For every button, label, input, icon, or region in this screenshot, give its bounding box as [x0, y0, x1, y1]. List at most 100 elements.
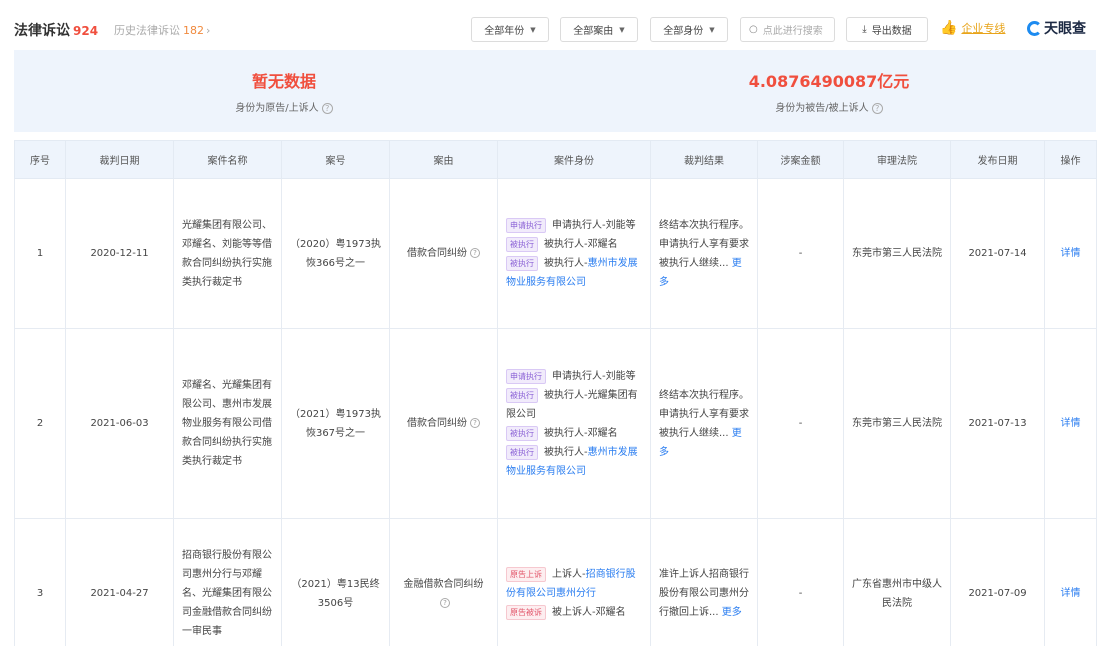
- chevron-right-icon: ›: [206, 24, 211, 37]
- row-case-no: （2021）粤1973执恢367号之一: [281, 328, 390, 519]
- row-result: 终结本次执行程序。申请执行人享有要求被执行人继续... 更多: [650, 178, 758, 329]
- row-case-name[interactable]: 光耀集团有限公司、邓耀名、刘能等等借款合同纠纷执行实施类执行裁定书: [173, 178, 282, 329]
- row-date: 2021-04-27: [65, 518, 174, 646]
- table-row: 3 2021-04-27 招商银行股份有限公司惠州分行与邓耀名、光耀集团有限公司…: [14, 518, 1097, 646]
- party-entry: 原告被诉 被上诉人-邓耀名: [506, 603, 642, 622]
- row-case-no: （2020）粤1973执恢366号之一: [281, 178, 390, 329]
- party-role: 被上诉人: [552, 607, 592, 618]
- search-input[interactable]: ○ 点此进行搜索: [740, 17, 835, 42]
- history-label: 历史法律诉讼: [114, 24, 180, 37]
- row-cause: 借款合同纠纷: [407, 418, 467, 429]
- role-filter-label: 全部身份: [663, 26, 704, 37]
- year-filter-dropdown[interactable]: 全部年份 ▼: [471, 17, 549, 42]
- download-icon: ⤓: [862, 24, 867, 35]
- party-entry: 被执行 被执行人-邓耀名: [506, 235, 642, 254]
- row-court: 东莞市第三人民法院: [843, 178, 951, 329]
- row-result: 准许上诉人招商银行股份有限公司惠州分行撤回上诉... 更多: [650, 518, 758, 646]
- enterprise-line-link[interactable]: 👍 企业专线: [940, 20, 1005, 36]
- plaintiff-label: 身份为原告/上诉人: [235, 103, 319, 114]
- help-icon[interactable]: ?: [321, 103, 333, 114]
- col-header-judgment-date[interactable]: 裁判日期: [65, 140, 174, 179]
- party-role: 申请执行人: [552, 219, 602, 231]
- caret-down-icon: ▼: [619, 25, 625, 34]
- help-icon[interactable]: ?: [871, 103, 883, 114]
- vip-label: 企业专线: [961, 22, 1006, 35]
- col-header-case-role: 案件身份: [497, 140, 651, 179]
- export-button[interactable]: ⤓ 导出数据: [846, 17, 928, 42]
- col-header-court: 审理法院: [843, 140, 951, 179]
- party-entry: 申请执行 申请执行人-刘能等: [506, 216, 642, 235]
- row-index: 2: [14, 328, 66, 519]
- row-cause: 金融借款合同纠纷: [403, 578, 484, 590]
- row-result: 终结本次执行程序。申请执行人享有要求被执行人继续... 更多: [650, 328, 758, 519]
- col-header-case-no: 案号: [281, 140, 390, 179]
- year-filter-label: 全部年份: [484, 26, 525, 37]
- row-publish-date: 2021-07-13: [950, 328, 1045, 519]
- row-cause-cell: 金融借款合同纠纷?: [389, 518, 498, 646]
- plaintiff-value: 暂无数据: [251, 72, 316, 91]
- role-tag: 被执行: [506, 255, 538, 271]
- table-header-row: 序号 裁判日期 案件名称 案号 案由 案件身份 裁判结果 涉案金额 审理法院 发…: [14, 140, 1097, 179]
- table-row: 1 2020-12-11 光耀集团有限公司、邓耀名、刘能等等借款合同纠纷执行实施…: [14, 178, 1097, 329]
- role-tag: 被执行: [506, 444, 538, 460]
- col-header-case-name: 案件名称: [173, 140, 282, 179]
- row-amount: -: [757, 328, 844, 519]
- lawsuit-table: 序号 裁判日期 案件名称 案号 案由 案件身份 裁判结果 涉案金额 审理法院 发…: [14, 140, 1097, 646]
- party-entry: 被执行 被执行人-惠州市发展物业服务有限公司: [506, 255, 638, 288]
- role-tag: 被执行: [506, 236, 538, 252]
- col-header-result: 裁判结果: [650, 140, 758, 179]
- row-parties: 原告上诉 上诉人-招商银行股份有限公司惠州分行 原告被诉 被上诉人-邓耀名: [497, 518, 651, 646]
- search-icon: ○: [749, 24, 758, 35]
- role-filter-dropdown[interactable]: 全部身份 ▼: [650, 17, 728, 42]
- party-name: 刘能等: [605, 219, 636, 231]
- col-header-index: 序号: [14, 140, 66, 179]
- thumbs-up-icon: 👍: [940, 20, 958, 36]
- row-cause-cell: 借款合同纠纷?: [389, 328, 498, 519]
- col-header-action: 操作: [1044, 140, 1097, 179]
- row-parties: 申请执行 申请执行人-刘能等 被执行 被执行人-邓耀名 被执行 被执行人-惠州市发展物…: [497, 178, 651, 329]
- detail-link[interactable]: 详情: [1044, 328, 1097, 519]
- row-parties: 申请执行 申请执行人-刘能等 被执行 被执行人-光耀集团有限公司 被执行 被执行人-邓…: [497, 328, 651, 519]
- plaintiff-summary: 暂无数据 身份为原告/上诉人?: [224, 68, 344, 114]
- logo-mark-icon: [1027, 20, 1042, 36]
- help-icon[interactable]: ?: [470, 418, 480, 428]
- party-role: 被执行人: [544, 238, 584, 250]
- row-case-name[interactable]: 招商银行股份有限公司惠州分行与邓耀名、光耀集团有限公司金融借款合同纠纷一审民事: [173, 518, 282, 646]
- row-cause: 借款合同纠纷: [407, 248, 467, 259]
- party-role: 申请执行人: [552, 370, 602, 382]
- col-header-publish-date[interactable]: 发布日期: [950, 140, 1045, 179]
- role-tag: 原告上诉: [506, 567, 546, 582]
- detail-link[interactable]: 详情: [1044, 178, 1097, 329]
- row-publish-date: 2021-07-14: [950, 178, 1045, 329]
- party-name: 邓耀名: [587, 427, 618, 439]
- row-case-name[interactable]: 邓耀名、光耀集团有限公司、惠州市发展物业服务有限公司借款合同纠纷执行实施类执行裁…: [173, 328, 282, 519]
- col-header-amount: 涉案金额: [757, 140, 844, 179]
- help-icon[interactable]: ?: [470, 248, 480, 258]
- col-header-cause: 案由: [389, 140, 498, 179]
- party-role: 上诉人: [552, 569, 582, 580]
- defendant-summary: 4.0876490087亿元 身份为被告/被上诉人?: [744, 68, 914, 114]
- party-role: 被执行人: [544, 389, 584, 401]
- search-placeholder: 点此进行搜索: [762, 26, 823, 37]
- row-date: 2020-12-11: [65, 178, 174, 329]
- detail-link[interactable]: 详情: [1044, 518, 1097, 646]
- role-tag: 申请执行: [506, 217, 546, 233]
- history-lawsuits-link[interactable]: 历史法律诉讼 182 ›: [114, 22, 210, 38]
- row-amount: -: [757, 518, 844, 646]
- party-entry: 原告上诉 上诉人-招商银行股份有限公司惠州分行: [506, 567, 636, 599]
- role-tag: 申请执行: [506, 368, 546, 384]
- party-entry: 被执行 被执行人-邓耀名: [506, 424, 642, 443]
- caret-down-icon: ▼: [709, 25, 715, 34]
- party-entry: 被执行 被执行人-光耀集团有限公司: [506, 387, 638, 420]
- role-tag: 被执行: [506, 425, 538, 441]
- role-tag: 被执行: [506, 387, 538, 403]
- row-amount: -: [757, 178, 844, 329]
- help-icon[interactable]: ?: [440, 597, 450, 608]
- party-role: 被执行人: [544, 427, 584, 439]
- party-role: 被执行人: [544, 446, 584, 458]
- summary-panel: 暂无数据 身份为原告/上诉人? 4.0876490087亿元 身份为被告/被上诉…: [14, 50, 1096, 132]
- party-name: 刘能等: [605, 370, 636, 382]
- cause-filter-dropdown[interactable]: 全部案由 ▼: [560, 17, 638, 42]
- more-link[interactable]: 更多: [722, 607, 742, 618]
- caret-down-icon: ▼: [530, 25, 536, 34]
